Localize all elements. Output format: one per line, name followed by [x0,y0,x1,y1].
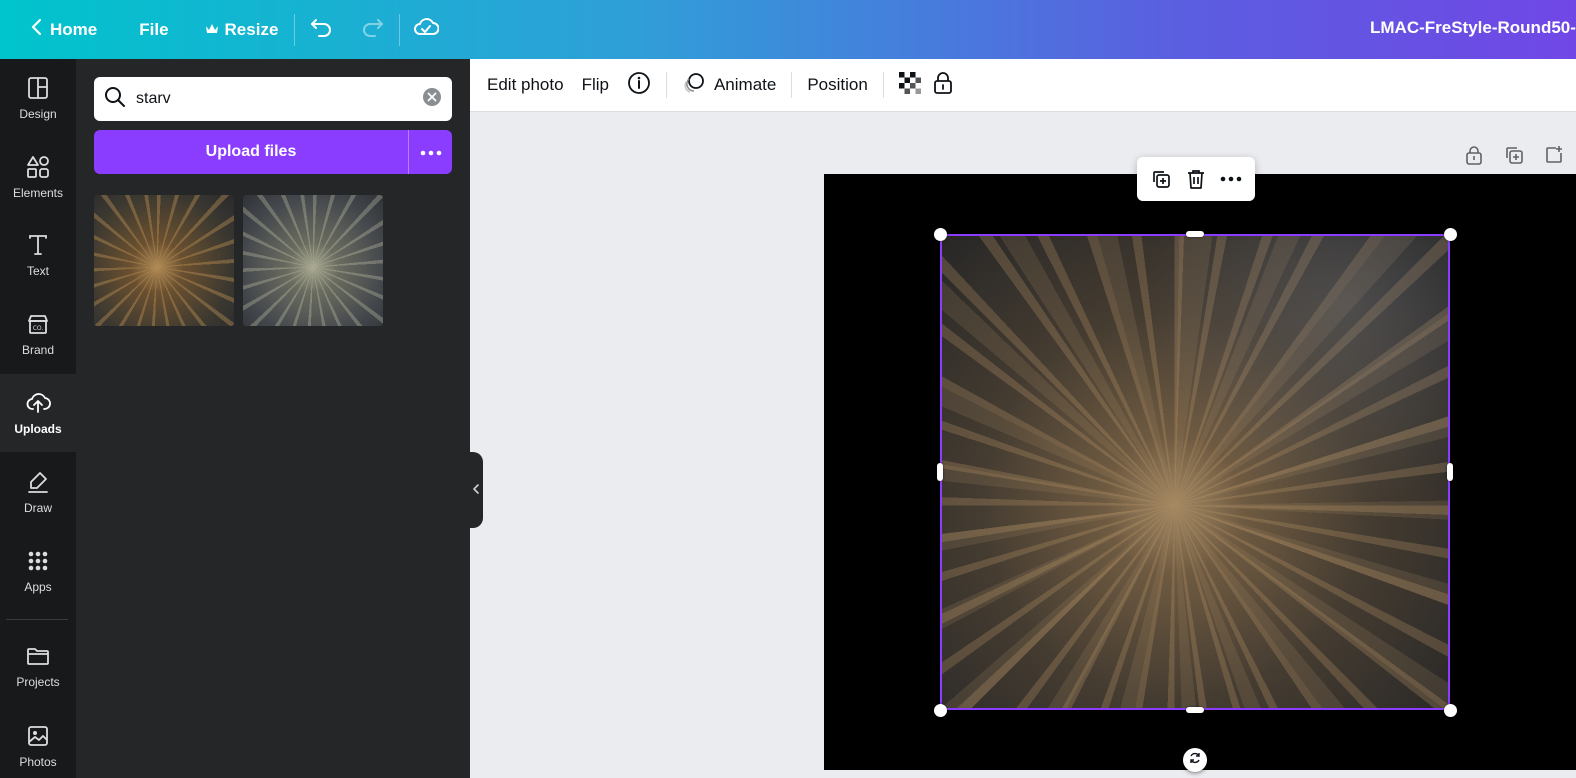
toolbar-divider [294,13,296,46]
rotate-icon [1188,751,1202,770]
rail-item-label: Elements [12,186,64,200]
resize-button[interactable]: Resize [195,10,289,50]
document-title[interactable]: LMAC-FreStyle-Round50-Sh [1370,18,1576,38]
more-options-button[interactable] [1216,164,1246,194]
upload-thumbnail[interactable] [94,195,234,326]
home-label: Home [50,19,98,39]
undo-icon [309,17,333,42]
flip-button[interactable]: Flip [573,65,618,105]
collapse-panel-button[interactable] [469,452,483,528]
rail-item-label: Photos [19,755,57,769]
cloud-save-status-button[interactable] [406,10,446,50]
animate-label: Animate [713,75,777,94]
svg-text:CO.: CO. [33,325,44,332]
toolbar-divider [791,72,793,98]
rail-item-projects[interactable]: Projects [0,627,76,705]
rail-item-label: Draw [23,501,52,515]
duplicate-icon [1152,171,1170,188]
clear-search-icon[interactable] [422,87,442,112]
folder-icon [27,648,49,665]
rail-item-label: Text [26,264,49,278]
rail-item-label: Apps [24,580,52,594]
file-menu-button[interactable]: File [129,10,178,50]
duplicate-button[interactable] [1146,164,1176,194]
page-actions [1461,142,1567,168]
delete-button[interactable] [1181,164,1211,194]
edit-photo-button[interactable]: Edit photo [478,65,573,105]
toolbar-divider [882,72,884,98]
info-icon [627,71,651,100]
toolbar-divider [399,13,401,46]
toolbar-divider [665,72,667,98]
lock-button[interactable] [930,65,963,105]
more-horizontal-icon [1221,176,1242,182]
resize-handle-top-left[interactable] [934,228,947,241]
upload-more-options-button[interactable] [408,130,452,174]
transparency-button[interactable] [890,65,930,105]
shapes-icon [27,156,49,178]
image-icon [28,726,48,746]
upload-files-button-group: Upload files [94,130,452,174]
cloud-upload-icon [26,393,51,413]
search-icon [104,86,126,113]
rail-item-design[interactable]: Design [0,59,76,137]
rotate-handle[interactable] [1183,748,1207,772]
lock-icon [932,71,954,100]
selected-photo[interactable] [940,234,1450,710]
rail-item-label: Projects [16,675,60,689]
context-toolbar: Edit photo Flip Animate Position [470,59,1576,112]
search-input[interactable] [136,90,422,108]
resize-handle-top[interactable] [1186,231,1204,237]
text-icon [29,235,47,255]
layout-icon [28,77,48,99]
lock-page-icon[interactable] [1461,142,1487,168]
trash-icon [1187,170,1204,189]
duplicate-page-icon[interactable] [1501,142,1527,168]
rail-item-draw[interactable]: Draw [0,453,76,531]
crown-icon [205,20,219,40]
resize-handle-bottom[interactable] [1186,707,1204,713]
uploads-panel: Upload files [76,59,470,778]
resize-label: Resize [224,19,279,39]
rail-item-label: Brand [21,343,55,357]
file-label: File [139,19,169,39]
more-horizontal-icon [420,143,442,161]
position-button[interactable]: Position [798,65,876,105]
home-button[interactable]: Home [20,10,107,50]
animate-icon [682,71,706,100]
rail-item-photos[interactable]: Photos [0,707,76,778]
rail-item-text[interactable]: Text [0,216,76,294]
animate-button[interactable]: Animate [673,65,785,105]
add-page-icon[interactable] [1541,142,1567,168]
resize-handle-bottom-left[interactable] [934,704,947,717]
rail-item-label: Design [19,107,57,121]
rail-divider [6,619,68,620]
top-bar: Home File Resize LMAC-FreStyle-Round50-S… [0,0,1576,59]
cloud-check-icon [413,17,440,42]
chevron-left-icon [30,18,44,41]
search-box [94,77,452,121]
redo-button[interactable] [353,10,393,50]
resize-handle-left[interactable] [937,463,943,481]
rail-item-apps[interactable]: Apps [0,532,76,610]
upload-thumbnail[interactable] [243,195,383,326]
rail-item-brand[interactable]: CO. Brand [0,295,76,373]
undo-button[interactable] [301,10,341,50]
upload-files-button[interactable]: Upload files [94,130,408,174]
left-rail: Design Elements Text CO. Brand Uploads D… [0,59,76,778]
rail-item-uploads[interactable]: Uploads [0,374,76,452]
redo-icon [361,17,385,42]
brand-icon: CO. [28,315,48,334]
resize-handle-top-right[interactable] [1444,228,1457,241]
apps-grid-icon [28,551,48,571]
rail-item-label: Uploads [14,422,62,436]
resize-handle-bottom-right[interactable] [1444,704,1457,717]
transparency-checker-icon [898,71,921,99]
resize-handle-right[interactable] [1447,463,1453,481]
element-floating-toolbar [1137,157,1255,201]
rail-item-elements[interactable]: Elements [0,138,76,216]
info-button[interactable] [618,65,660,105]
chevron-left-icon [472,483,480,498]
pen-icon [28,472,48,493]
